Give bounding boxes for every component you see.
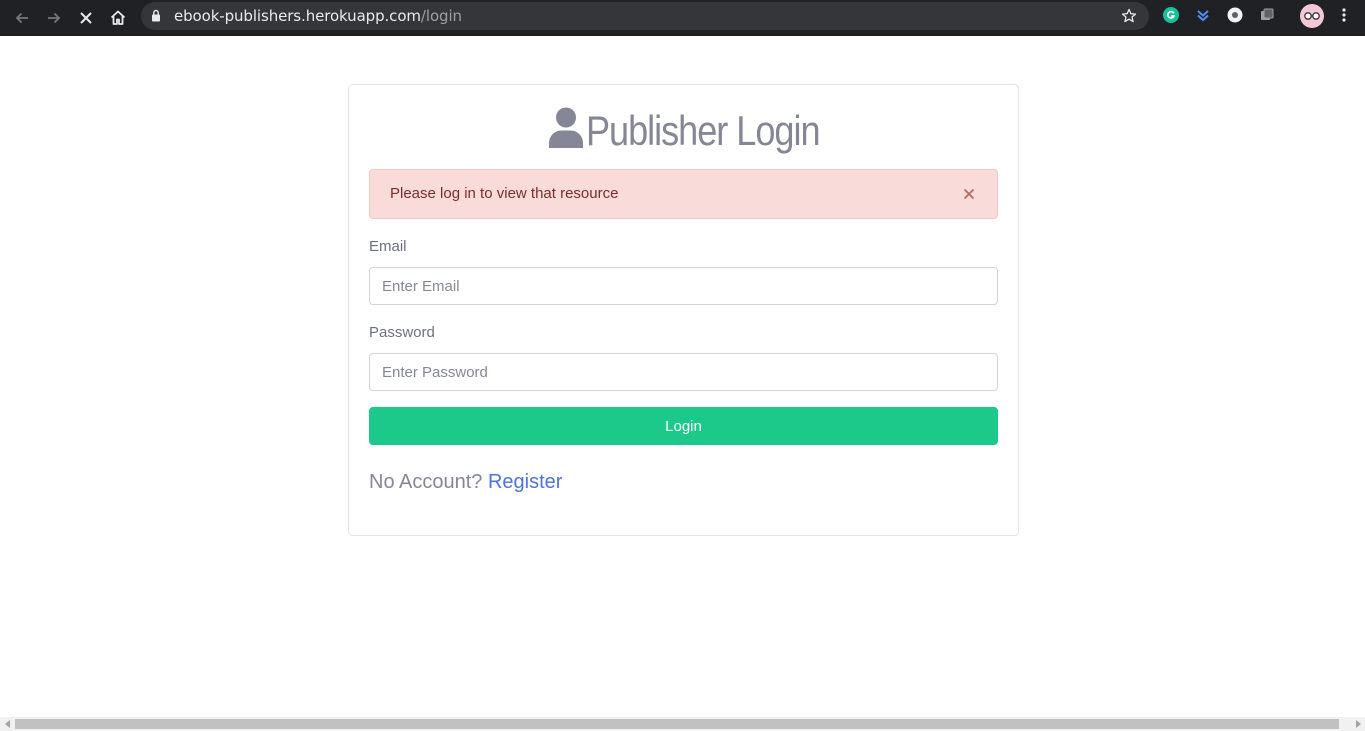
back-button[interactable] (8, 4, 36, 32)
home-button[interactable] (104, 4, 132, 32)
avatar-icon (1300, 4, 1324, 28)
grammarly-icon (1163, 7, 1179, 23)
url-host: ebook-publishers.herokuapp.com (174, 7, 421, 25)
pocket-icon (1197, 10, 1209, 22)
address-bar[interactable]: ebook-publishers.herokuapp.com/login (141, 2, 1149, 30)
url-path: /login (420, 7, 462, 25)
star-icon[interactable] (1121, 8, 1137, 24)
alert-close-button[interactable] (959, 184, 979, 204)
page-title: Publisher Login (585, 107, 821, 154)
no-account-text: No Account? (369, 471, 483, 493)
alert-message: Please log in to view that resource (390, 185, 619, 202)
email-label: Email (369, 238, 407, 255)
register-link[interactable]: Register (488, 471, 562, 493)
login-button[interactable]: Login (369, 407, 998, 445)
triangle-left-icon (4, 720, 10, 728)
password-label: Password (369, 324, 435, 341)
puzzle-icon (1261, 8, 1274, 20)
user-icon (548, 107, 583, 148)
error-alert: Please log in to view that resource (369, 169, 998, 219)
url-text: ebook-publishers.herokuapp.com/login (174, 8, 462, 24)
lens-extension[interactable] (1226, 6, 1244, 24)
horizontal-scrollbar[interactable] (0, 717, 1365, 731)
arrow-left-icon (15, 12, 28, 24)
kebab-menu-icon (1342, 8, 1346, 22)
grammarly-extension[interactable] (1162, 6, 1180, 24)
scrollbar-thumb[interactable] (15, 719, 1339, 729)
email-input[interactable] (369, 267, 998, 305)
browser-toolbar: ebook-publishers.herokuapp.com/login (0, 0, 1365, 36)
pocket-extension[interactable] (1194, 6, 1212, 24)
triangle-right-icon (1355, 720, 1361, 728)
profile-button[interactable] (1300, 4, 1324, 28)
close-icon (963, 188, 975, 200)
scroll-left-button[interactable] (0, 717, 15, 731)
lock-icon (152, 9, 160, 22)
forward-button[interactable] (40, 4, 68, 32)
stop-button[interactable] (72, 4, 100, 32)
arrow-right-icon (48, 12, 61, 24)
scroll-right-button[interactable] (1350, 717, 1365, 731)
close-x-icon (80, 12, 92, 24)
lens-icon (1227, 7, 1243, 23)
login-heading: Publisher Login (0, 104, 1365, 158)
home-icon (110, 10, 126, 25)
register-prompt: No Account? Register (369, 471, 562, 494)
puzzle-extension[interactable] (1258, 6, 1276, 24)
password-input[interactable] (369, 353, 998, 391)
browser-menu-button[interactable] (1335, 6, 1353, 24)
